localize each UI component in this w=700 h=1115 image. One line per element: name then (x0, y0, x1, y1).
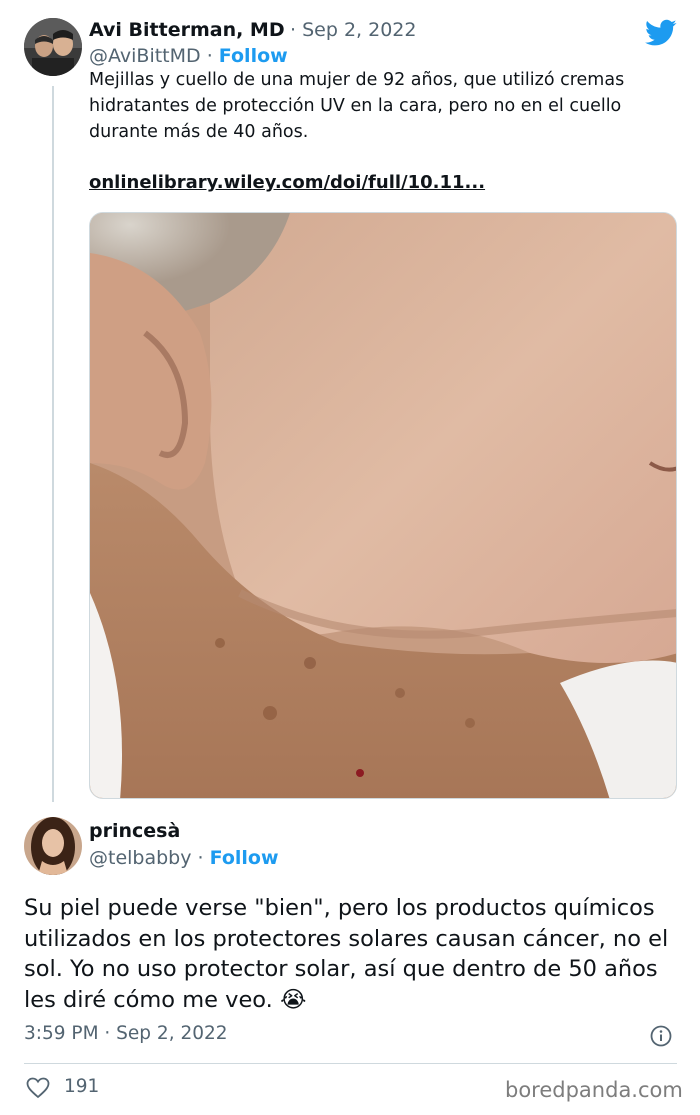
avatar-avi-bitterman[interactable] (24, 18, 82, 76)
handle-separator: · (197, 847, 204, 869)
heart-icon[interactable] (26, 1077, 50, 1099)
twitter-bird-icon[interactable] (645, 19, 677, 47)
date-separator: · (290, 19, 297, 41)
quoted-follow-button[interactable]: Follow (219, 45, 288, 67)
quoted-date-line: · Sep 2, 2022 (290, 19, 416, 41)
avatar-princesa[interactable] (24, 817, 82, 875)
reply-timestamp[interactable]: 3:59 PM · Sep 2, 2022 (24, 1023, 228, 1044)
quoted-author-name[interactable]: Avi Bitterman, MD (89, 19, 285, 41)
reply-author-name[interactable]: princesà (89, 820, 180, 842)
divider (24, 1063, 677, 1064)
reply-handle-line: @telbabby · Follow (89, 847, 279, 869)
reply-handle[interactable]: @telbabby (89, 847, 192, 869)
like-count: 191 (64, 1076, 100, 1097)
quoted-date[interactable]: Sep 2, 2022 (302, 19, 416, 41)
boredpanda-watermark: boredpanda.com (505, 1078, 683, 1102)
neck-cheek-photo[interactable] (89, 212, 677, 799)
thread-connector-line (52, 86, 54, 802)
quoted-tweet-link[interactable]: onlinelibrary.wiley.com/doi/full/10.11..… (89, 172, 485, 193)
quoted-handle-line: @AviBittMD · Follow (89, 45, 288, 67)
quoted-tweet-text: Mejillas y cuello de una mujer de 92 año… (89, 70, 625, 142)
reply-tweet-text: Su piel puede verse "bien", pero los pro… (24, 895, 669, 1013)
handle-separator: · (206, 45, 213, 67)
reply-follow-button[interactable]: Follow (210, 847, 279, 869)
info-icon[interactable] (650, 1025, 672, 1047)
quoted-handle[interactable]: @AviBittMD (89, 45, 201, 67)
